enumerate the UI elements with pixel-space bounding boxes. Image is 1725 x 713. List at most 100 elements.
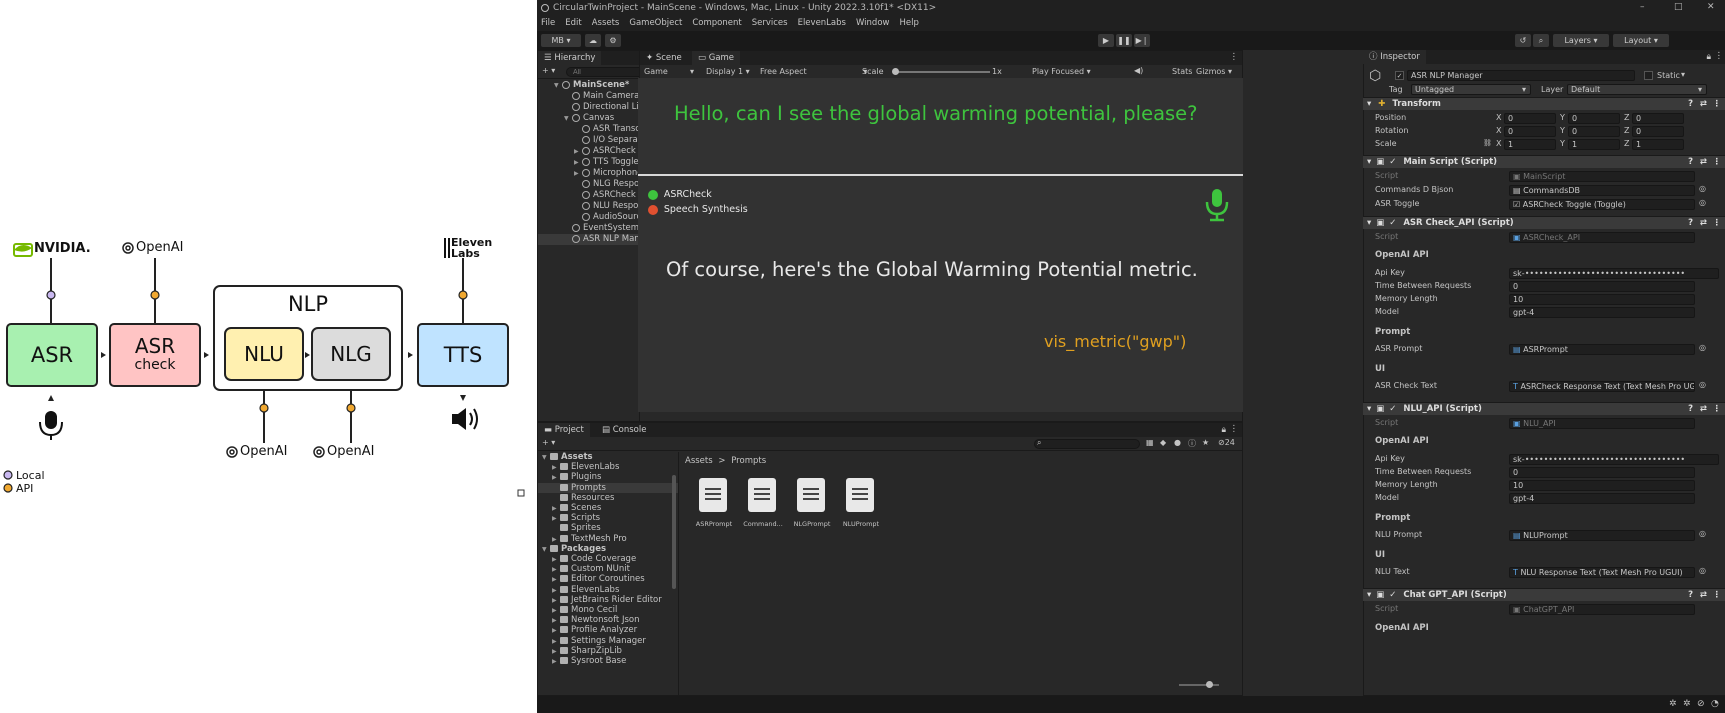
project-folder-item[interactable]: Prompts	[538, 482, 678, 493]
project-folder-item[interactable]: ▼ Packages	[538, 544, 678, 554]
menu-item-services[interactable]: Services	[752, 18, 788, 28]
preset-icon[interactable]: ⇄	[1700, 156, 1707, 169]
more-options-icon[interactable]: ⋮	[1713, 403, 1722, 416]
asr-check-prompt-value-field[interactable]: ▤ ASRPrompt	[1509, 344, 1695, 355]
nlu-text-value-field[interactable]: T NLU Response Text (Text Mesh Pro UGUI)	[1509, 567, 1695, 578]
menu-item-window[interactable]: Window	[856, 18, 890, 28]
object-picker-icon[interactable]: ◎	[1699, 529, 1706, 538]
breadcrumb-root[interactable]: Assets	[685, 456, 713, 466]
project-search-input[interactable]	[1034, 439, 1140, 449]
project-folder-item[interactable]: ▶ ElevenLabs	[538, 462, 678, 472]
transform-rotation-y-field[interactable]: 0	[1568, 126, 1620, 137]
breadcrumb-current[interactable]: Prompts	[731, 456, 766, 466]
preset-icon[interactable]: ⇄	[1700, 403, 1707, 416]
transform-scale-z-field[interactable]: 1	[1632, 139, 1684, 150]
text-asset-icon[interactable]	[744, 478, 780, 518]
account-button[interactable]: MB ▾	[541, 34, 581, 47]
menu-item-file[interactable]: File	[541, 18, 555, 28]
static-dropdown[interactable]: ▾	[1681, 70, 1685, 79]
folder-tree-scrollbar[interactable]	[672, 475, 676, 589]
search-button[interactable]: ⌕	[1533, 34, 1549, 47]
close-button[interactable]: ✕	[1707, 2, 1715, 12]
gameobject-active-checkbox[interactable]: ✓	[1395, 71, 1404, 80]
foldout-arrow-icon[interactable]: ▶	[574, 168, 582, 179]
tab-project[interactable]: ▬ Project	[538, 423, 590, 437]
asr-check-time-value-field[interactable]: 0	[1509, 281, 1695, 292]
more-options-icon[interactable]: ⋮	[1713, 217, 1722, 230]
play-focused-dropdown[interactable]: Play Focused ▾	[1032, 67, 1091, 76]
more-options-icon[interactable]: ⋮	[1230, 52, 1239, 62]
help-icon[interactable]: ?	[1688, 589, 1693, 602]
project-folder-item[interactable]: ▶ Editor Coroutines	[538, 574, 678, 584]
tag-dropdown[interactable]: Untagged ▾	[1411, 84, 1531, 95]
project-folder-item[interactable]: ▶ Code Coverage	[538, 554, 678, 564]
component-enabled-checkbox[interactable]: ✓	[1389, 157, 1396, 167]
menu-item-assets[interactable]: Assets	[592, 18, 620, 28]
object-picker-icon[interactable]: ◎	[1699, 198, 1706, 207]
star-icon[interactable]: ★	[1202, 438, 1209, 447]
microphone-toggle-icon[interactable]	[1202, 188, 1232, 222]
layers-dropdown[interactable]: Layers ▾	[1553, 34, 1609, 47]
text-asset-icon[interactable]	[842, 478, 878, 518]
layout-dropdown[interactable]: Layout ▾	[1613, 34, 1669, 47]
filter-icon[interactable]: ●	[1174, 438, 1181, 447]
project-folder-item[interactable]: ▶ Profile Analyzer	[538, 625, 678, 635]
preset-icon[interactable]: ⇄	[1700, 589, 1707, 602]
more-options-icon[interactable]: ⋮	[1715, 51, 1724, 61]
asset-file-label[interactable]: Command...	[738, 520, 788, 528]
stats-button[interactable]: Stats	[1172, 67, 1192, 76]
aspect-dropdown[interactable]: Free Aspect ▾	[760, 67, 867, 76]
chat-gpt-api-header[interactable]: ▾ ▣ ✓ Chat GPT_API (Script) ? ⇄ ⋮	[1363, 588, 1725, 601]
help-icon[interactable]: ?	[1688, 156, 1693, 169]
progress-icon[interactable]: ◔	[1711, 699, 1719, 709]
nlu-prompt-value-field[interactable]: ▤ NLUPrompt	[1509, 530, 1695, 541]
help-icon[interactable]: ?	[1688, 98, 1693, 111]
object-picker-icon[interactable]: ◎	[1699, 184, 1706, 193]
help-icon[interactable]: ?	[1688, 403, 1693, 416]
project-folder-item[interactable]: ▶ ElevenLabs	[538, 585, 678, 595]
speech-synthesis-toggle[interactable]: Speech Synthesis	[648, 204, 748, 215]
project-folder-item[interactable]: ▶ SharpZipLib	[538, 646, 678, 656]
project-folder-item[interactable]: ▼ Assets	[538, 452, 678, 462]
create-asset-button[interactable]: + ▾	[542, 438, 555, 447]
asr-check-api-key-value-field[interactable]: sk-••••••••••••••••••••••••••••••••••	[1509, 268, 1719, 279]
audio-mute-icon[interactable]: ◀)	[1134, 66, 1143, 75]
asr-check-api-header[interactable]: ▾ ▣ ✓ ASR Check_API (Script) ? ⇄ ⋮	[1363, 216, 1725, 229]
cloud-button[interactable]: ☁	[585, 34, 601, 47]
info-icon[interactable]: ⓘ	[1188, 438, 1196, 449]
gameobject-name-field[interactable]: ASR NLP Manager	[1407, 70, 1635, 81]
project-folder-item[interactable]: ▶ Scripts	[538, 513, 678, 523]
transform-position-y-field[interactable]: 0	[1568, 113, 1620, 124]
step-button[interactable]: ▶❘	[1134, 34, 1150, 47]
asr-check-model-value-field[interactable]: gpt-4	[1509, 307, 1695, 318]
object-picker-icon[interactable]: ◎	[1699, 380, 1706, 389]
collab-button[interactable]: ⚙	[605, 34, 621, 47]
project-folder-item[interactable]: ▶ Settings Manager	[538, 636, 678, 646]
menu-item-component[interactable]: Component	[692, 18, 741, 28]
add-object-button[interactable]: + ▾	[542, 66, 555, 75]
tab-game[interactable]: ▭ Game	[692, 51, 741, 65]
foldout-arrow-icon[interactable]: ▼	[564, 113, 572, 124]
project-folder-item[interactable]: ▶ Scenes	[538, 503, 678, 513]
asset-file-label[interactable]: NLGPrompt	[787, 520, 837, 528]
project-folder-item[interactable]: ▶ JetBrains Rider Editor	[538, 595, 678, 605]
foldout-arrow-icon[interactable]: ▼	[554, 80, 562, 91]
nlu-time-value-field[interactable]: 0	[1509, 467, 1695, 478]
filter-type-icon[interactable]: ▦	[1146, 438, 1154, 447]
icon-size-slider-handle[interactable]	[1206, 681, 1213, 688]
transform-rotation-z-field[interactable]: 0	[1632, 126, 1684, 137]
menu-item-gameobject[interactable]: GameObject	[629, 18, 682, 28]
asset-file-label[interactable]: ASRPrompt	[689, 520, 739, 528]
asset-file-label[interactable]: NLUPrompt	[836, 520, 886, 528]
object-picker-icon[interactable]: ◎	[1699, 566, 1706, 575]
menu-item-help[interactable]: Help	[899, 18, 918, 28]
asr-toggle-field[interactable]: ☑ ASRCheck Toggle (Toggle)	[1509, 199, 1695, 210]
transform-rotation-x-field[interactable]: 0	[1504, 126, 1556, 137]
foldout-arrow-icon[interactable]: ▶	[574, 157, 582, 168]
text-asset-icon[interactable]	[793, 478, 829, 518]
game-view[interactable]: Hello, can I see the global warming pote…	[638, 78, 1243, 412]
pause-button[interactable]: ❚❚	[1116, 34, 1132, 47]
transform-position-x-field[interactable]: 0	[1504, 113, 1556, 124]
project-folder-item[interactable]: ▶ Custom NUnit	[538, 564, 678, 574]
cache-icon[interactable]: ⊘	[1697, 699, 1705, 709]
